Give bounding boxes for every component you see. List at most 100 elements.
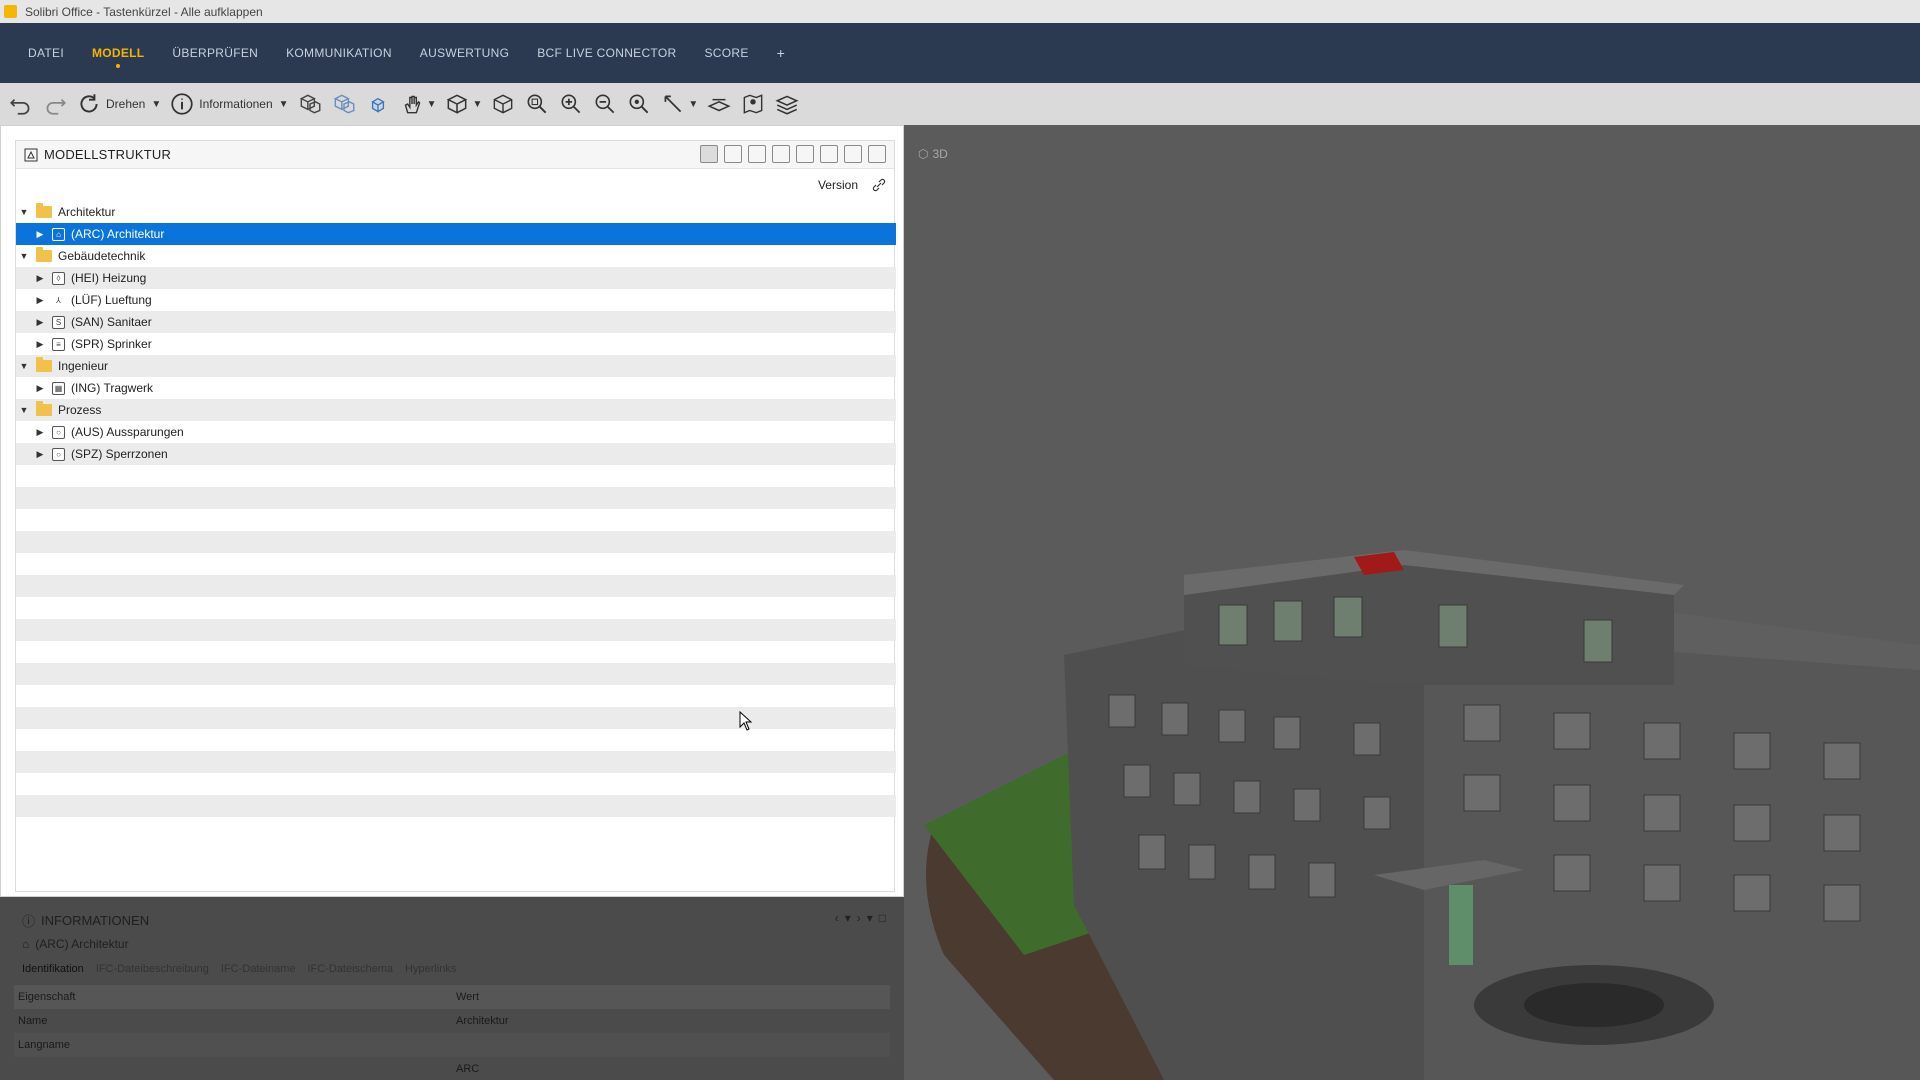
column-header-property[interactable]: Eigenschaft [14,991,452,1003]
collapse-toggle-icon[interactable]: ▼ [16,405,32,415]
tree-model-row[interactable]: ▶ ≡ (SPR) Sprinker [16,333,896,355]
tab-ueberpruefen[interactable]: ÜBERPRÜFEN [172,46,258,60]
chevron-down-icon[interactable]: ▾ [845,911,851,925]
column-version[interactable]: Version [818,178,858,192]
architecture-model-icon: ⌂ [22,937,30,951]
zoom-in-icon [561,94,581,114]
chevron-down-icon[interactable]: ▾ [867,911,873,925]
viewport-label: ⬡ 3D [918,147,948,161]
expand-toggle-icon[interactable]: ▶ [32,427,48,438]
expand-toggle-icon[interactable]: ▶ [32,317,48,328]
zoom-fit-button[interactable] [524,88,550,120]
layers-button[interactable] [774,88,800,120]
tab-modell[interactable]: MODELL [92,46,144,68]
building-model[interactable] [904,125,1920,1080]
folder-icon [36,401,52,416]
link-icon[interactable] [872,178,886,192]
expand-toggle-icon[interactable]: ▶ [32,295,48,306]
info-dropdown[interactable]: Informationen ▼ [169,88,289,120]
isolate-button[interactable] [365,88,391,120]
table-row[interactable]: Langname [14,1033,890,1057]
show-all-button[interactable] [297,88,323,120]
update-model-button[interactable] [844,145,862,163]
property-cell: Name [18,1015,48,1027]
3d-viewport[interactable]: ⬡ 3D [904,125,1920,1080]
tree-folder-row[interactable]: ▼ Prozess [16,399,896,421]
rotate-dropdown[interactable]: Drehen ▼ [76,88,161,120]
layers-filter-button[interactable] [748,145,766,163]
tree-folder-row[interactable]: ▼ Architektur [16,201,896,223]
collapse-toggle-icon[interactable]: ▼ [16,361,32,371]
zoom-in-button[interactable] [558,88,584,120]
empty-row [16,619,896,641]
zoom-out-button[interactable] [592,88,618,120]
section-box-button[interactable] [490,88,516,120]
tab-kommunikation[interactable]: KOMMUNIKATION [286,46,392,60]
column-header-value[interactable]: Wert [452,991,890,1003]
empty-row [16,707,896,729]
tree-model-row[interactable]: ▶ ○ (SPZ) Sperrzonen [16,443,896,465]
redo-button[interactable] [42,88,68,120]
tab-score[interactable]: SCORE [704,46,748,60]
tree-model-row[interactable]: ▶ ▦ (ING) Tragwerk [16,377,896,399]
maximize-icon[interactable]: □ [879,911,886,925]
folder-icon [36,247,52,262]
collapse-toggle-icon[interactable]: ▼ [16,251,32,261]
tree-model-row[interactable]: ▶ ◊ (HEI) Heizung [16,267,896,289]
zoom-selection-icon [629,94,649,114]
info-circle-icon: ⓘ [22,914,36,929]
previous-icon[interactable]: ‹ [835,911,839,925]
expand-toggle-icon[interactable]: ▶ [32,229,48,240]
information-selected: ⌂ (ARC) Architektur [22,937,129,951]
remove-model-button[interactable] [820,145,838,163]
table-row[interactable]: ARC [14,1057,890,1080]
tree-model-row[interactable]: ▶ S (SAN) Sanitaer [16,311,896,333]
expand-toggle-icon[interactable]: ▶ [32,449,48,460]
view-cube-dropdown[interactable]: ▼ [444,88,482,120]
panel-title: MODELLSTRUKTUR [44,147,172,162]
folder-icon [36,357,52,372]
next-icon[interactable]: › [857,911,861,925]
select-dropdown[interactable]: ▼ [399,88,436,120]
tree-folder-row[interactable]: ▼ Ingenieur [16,355,896,377]
tab-datei[interactable]: DATEI [28,46,64,60]
expand-toggle-icon[interactable]: ▶ [32,383,48,394]
tab-hyperlinks[interactable]: Hyperlinks [405,963,456,975]
empty-row [16,509,896,531]
zoom-fit-icon [527,94,547,114]
tree-model-row[interactable]: ▶ ⌂ (ARC) Architektur [16,223,896,245]
tree-model-label: (SPR) Sprinker [71,337,152,351]
expand-toggle-icon[interactable]: ▶ [32,273,48,284]
add-model-button[interactable] [796,145,814,163]
measure-dropdown[interactable]: ▼ [660,88,698,120]
tab-bcf-live-connector[interactable]: BCF LIVE CONNECTOR [537,46,676,60]
slice-button[interactable] [706,88,732,120]
add-tab-button[interactable]: + [777,45,785,61]
tree-model-row[interactable]: ▶ ○ (AUS) Aussparungen [16,421,896,443]
undo-button[interactable] [8,88,34,120]
map-button[interactable] [740,88,766,120]
tab-auswertung[interactable]: AUSWERTUNG [420,46,509,60]
tab-ifc-dateiname[interactable]: IFC-Dateiname [221,963,296,975]
tab-identifikation[interactable]: Identifikation [22,963,84,975]
hand-icon [404,95,420,114]
ribbon-tab-bar: DATEI MODELL ÜBERPRÜFEN KOMMUNIKATION AU… [0,23,1920,83]
value-cell: ARC [456,1063,480,1075]
table-row[interactable]: Name Architektur [14,1009,890,1033]
maximize-button[interactable] [868,145,886,163]
openings-model-icon: ○ [52,425,65,439]
property-table: Eigenschaft Wert Name Architektur Langna… [14,985,890,1080]
tree-model-row[interactable]: ▶ ⅄ (LÜF) Lueftung [16,289,896,311]
collapse-toggle-icon[interactable]: ▼ [16,207,32,217]
value-cell: Architektur [456,1015,509,1027]
hierarchy-button[interactable] [724,145,742,163]
zoom-selection-button[interactable] [626,88,652,120]
expand-toggle-icon[interactable]: ▶ [32,339,48,350]
transparent-button[interactable] [331,88,357,120]
tab-ifc-dateischema[interactable]: IFC-Dateischema [307,963,393,975]
tab-ifc-dateibeschreibung[interactable]: IFC-Dateibeschreibung [96,963,209,975]
structural-model-icon: ▦ [52,381,65,395]
tree-view-button[interactable] [700,145,718,163]
compare-button[interactable] [772,145,790,163]
tree-folder-row[interactable]: ▼ Gebäudetechnik [16,245,896,267]
